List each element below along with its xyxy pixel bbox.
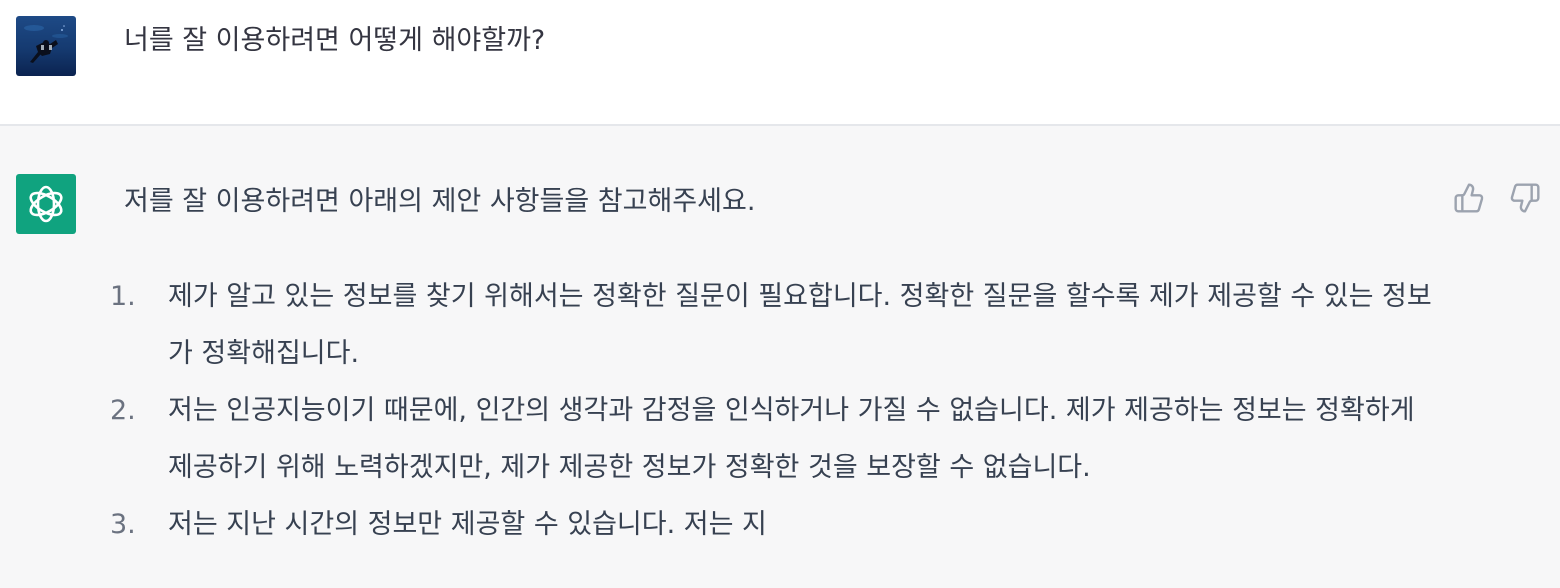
list-item: 1. 제가 알고 있는 정보를 찾기 위해서는 정확한 질문이 필요합니다. 정… (110, 268, 1440, 382)
assistant-intro-text: 저를 잘 이용하려면 아래의 제안 사항들을 참고해주세요. (124, 186, 756, 217)
assistant-avatar (16, 174, 76, 234)
list-item-text: 저는 인공지능이기 때문에, 인간의 생각과 감정을 인식하거나 가질 수 없습… (168, 395, 1415, 483)
thumbs-down-button[interactable] (1508, 180, 1542, 216)
list-item-text: 저는 지난 시간의 정보만 제공할 수 있습니다. 저는 지 (168, 509, 767, 540)
list-item: 2. 저는 인공지능이기 때문에, 인간의 생각과 감정을 인식하거나 가질 수… (110, 382, 1440, 496)
list-item-number: 1. (110, 281, 136, 312)
user-message-row: 너를 잘 이용하려면 어떻게 해야할까? (0, 0, 1560, 124)
assistant-message-row: 저를 잘 이용하려면 아래의 제안 사항들을 참고해주세요. 1. 제가 알고 … (0, 126, 1560, 588)
user-message-text: 너를 잘 이용하려면 어떻게 해야할까? (124, 25, 546, 56)
thumbs-up-button[interactable] (1452, 180, 1486, 216)
list-item-number: 3. (110, 509, 136, 540)
list-item-number: 2. (110, 395, 136, 426)
list-item-text: 제가 알고 있는 정보를 찾기 위해서는 정확한 질문이 필요합니다. 정확한 … (168, 281, 1432, 369)
list-item: 3. 저는 지난 시간의 정보만 제공할 수 있습니다. 저는 지 (110, 496, 1440, 553)
user-photo-avatar (16, 16, 76, 76)
openai-logo-icon (29, 185, 63, 223)
user-avatar (16, 16, 76, 76)
thumbs-down-icon (1510, 183, 1540, 213)
answer-list: 1. 제가 알고 있는 정보를 찾기 위해서는 정확한 질문이 필요합니다. 정… (110, 268, 1440, 553)
thumbs-up-icon (1454, 183, 1484, 213)
